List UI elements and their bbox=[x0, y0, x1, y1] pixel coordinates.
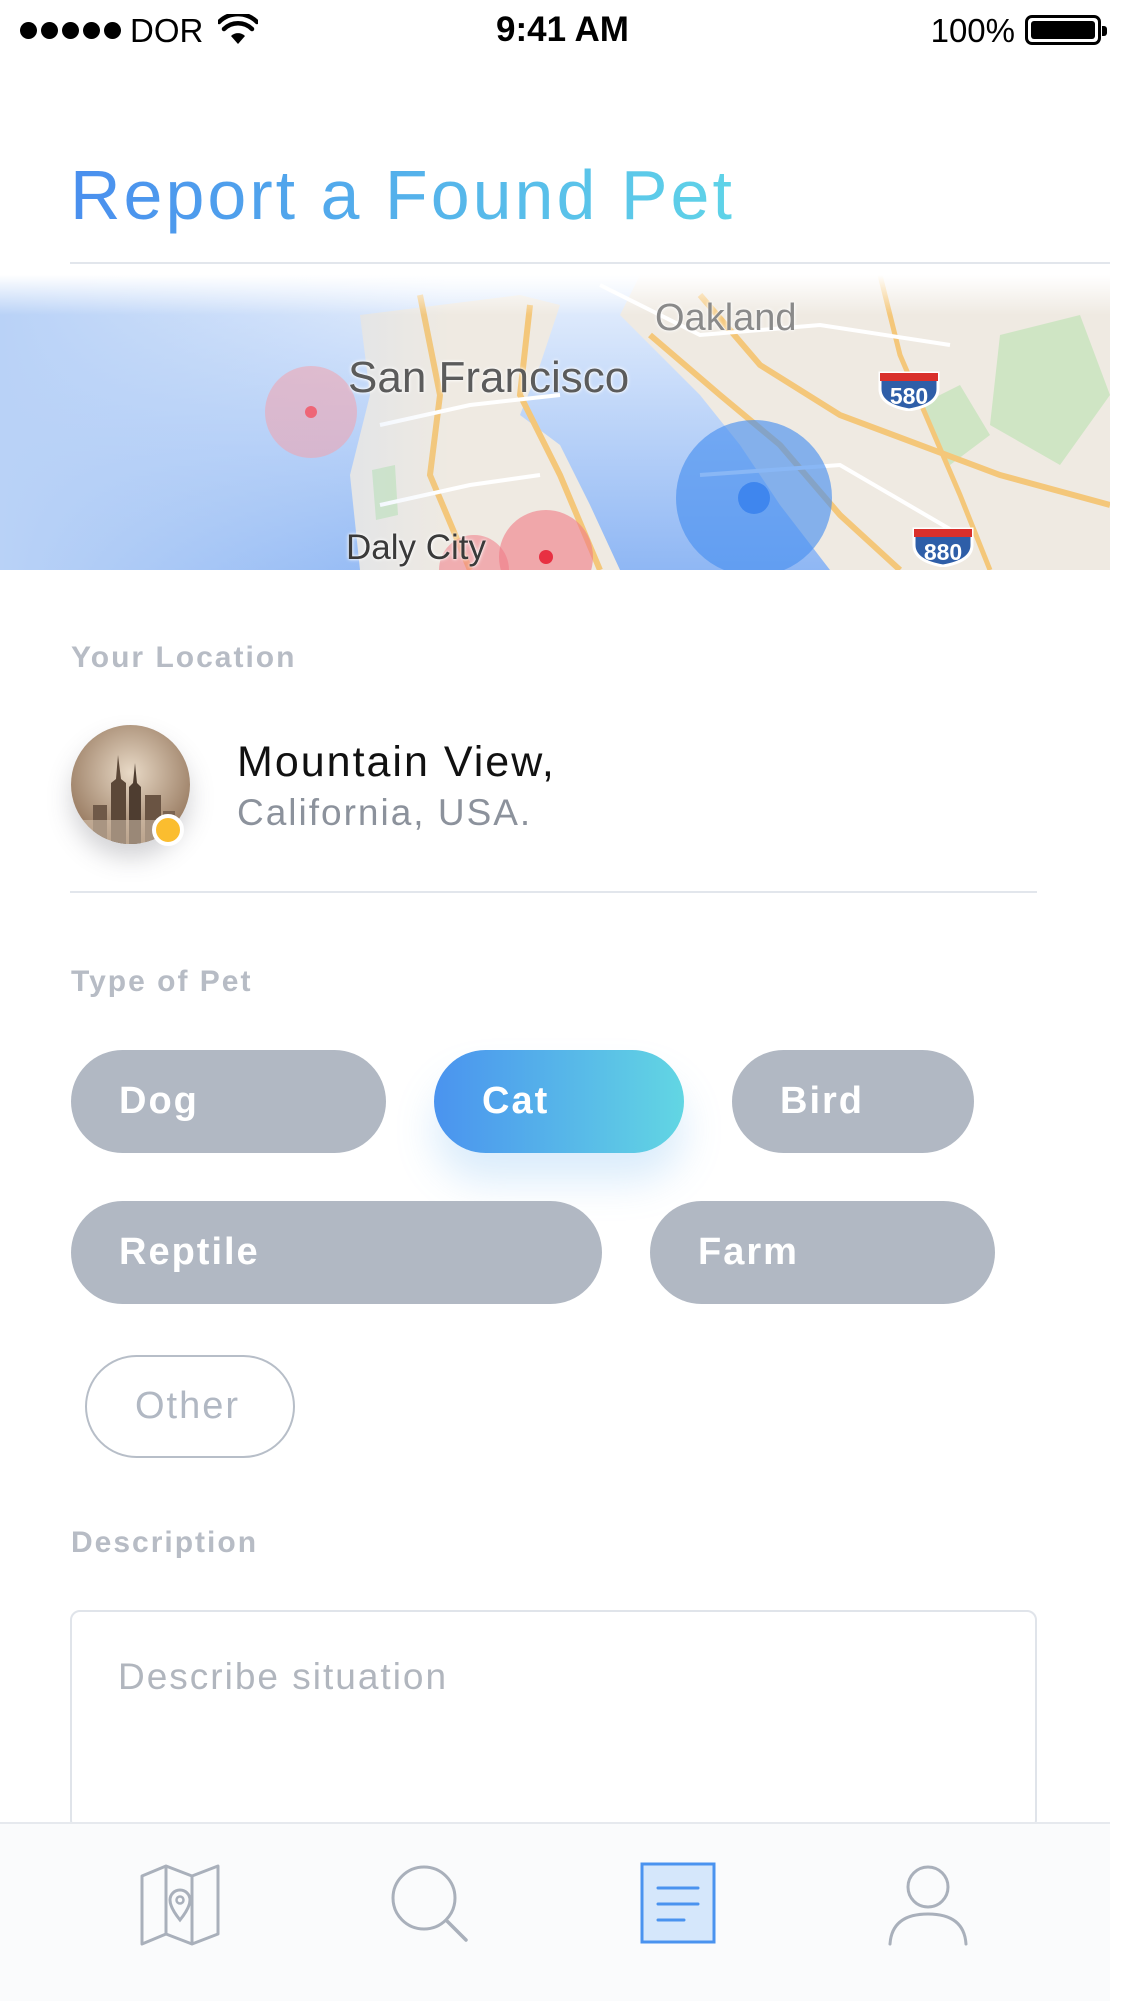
tab-map[interactable] bbox=[130, 1854, 230, 1954]
search-icon bbox=[391, 1865, 468, 1942]
pet-type-bird-button[interactable]: Bird bbox=[732, 1050, 974, 1153]
title-divider bbox=[70, 262, 1110, 264]
pet-type-farm-button[interactable]: Farm bbox=[650, 1201, 995, 1304]
map-icon bbox=[140, 1864, 220, 1946]
location-region: California, USA. bbox=[237, 792, 533, 833]
description-textarea[interactable]: Describe situation bbox=[70, 1610, 1037, 1830]
status-bar: DOR 9:41 AM 100% bbox=[0, 0, 1125, 64]
location-divider bbox=[70, 891, 1037, 893]
highway-shield-880: 880 bbox=[910, 527, 976, 567]
map-label-san-francisco: San Francisco bbox=[348, 353, 630, 402]
tab-search[interactable] bbox=[380, 1854, 480, 1954]
pet-type-section-label: Type of Pet bbox=[71, 965, 253, 998]
profile-icon bbox=[888, 1865, 968, 1946]
battery-icon bbox=[1025, 15, 1107, 45]
location-section-label: Your Location bbox=[71, 641, 297, 674]
pet-type-other-button[interactable]: Other bbox=[85, 1355, 295, 1458]
description-section-label: Description bbox=[71, 1526, 259, 1559]
page-title: Report a Found Pet bbox=[70, 156, 735, 234]
tab-profile[interactable] bbox=[878, 1854, 978, 1954]
map-label-daly-city: Daly City bbox=[346, 528, 487, 567]
tab-report[interactable] bbox=[628, 1854, 728, 1954]
pet-type-dog-button[interactable]: Dog bbox=[71, 1050, 386, 1153]
pet-type-reptile-button[interactable]: Reptile bbox=[71, 1201, 602, 1304]
map-preview[interactable]: Oakland San Francisco Daly City 580 880 bbox=[0, 275, 1110, 570]
tab-bar bbox=[0, 1822, 1110, 2001]
pet-type-cat-button[interactable]: Cat bbox=[434, 1050, 684, 1153]
map-background bbox=[0, 275, 1110, 570]
highway-shield-580: 580 bbox=[876, 371, 942, 411]
map-label-oakland: Oakland bbox=[655, 297, 797, 339]
battery-percentage: 100% bbox=[930, 12, 1015, 49]
location-city: Mountain View, bbox=[237, 738, 556, 786]
report-form-icon bbox=[640, 1862, 716, 1944]
location-status-dot bbox=[152, 814, 184, 846]
